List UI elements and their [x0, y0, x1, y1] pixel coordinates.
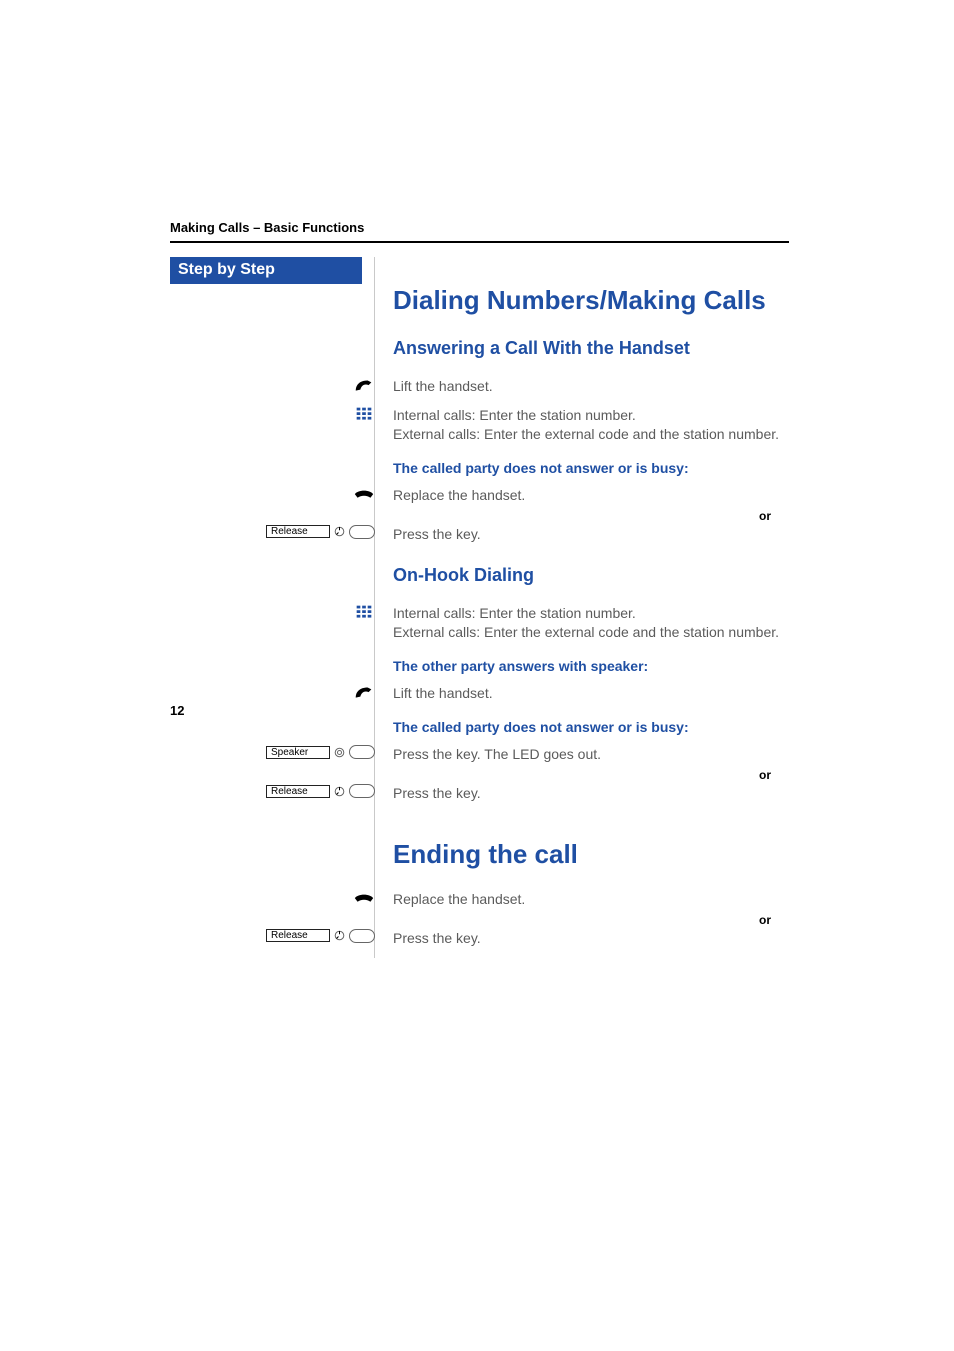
step-row: Release Press the key.: [393, 784, 789, 803]
step-row: Internal calls: Enter the station number…: [393, 604, 789, 642]
handset-replace-icon: [353, 890, 375, 908]
button-oval-icon: [349, 784, 375, 798]
header-rule: [170, 241, 789, 243]
step-by-step-sidebar: Step by Step: [170, 257, 375, 958]
step-row: Internal calls: Enter the station number…: [393, 406, 789, 444]
section-ending-title: Ending the call: [393, 839, 789, 870]
step-text: Replace the handset.: [393, 890, 525, 909]
release-key-icon: Release: [266, 525, 375, 539]
keypad-icon: [353, 406, 375, 424]
key-label: Release: [266, 785, 330, 798]
or-label: or: [759, 509, 771, 523]
step-text: Replace the handset.: [393, 486, 525, 505]
key-label: Speaker: [266, 746, 330, 759]
button-oval-icon: [349, 525, 375, 539]
condition-no-answer: The called party does not answer or is b…: [393, 460, 789, 476]
keypad-icon: [353, 604, 375, 622]
step-text: Lift the handset.: [393, 684, 493, 703]
led-icon: [334, 786, 345, 797]
page-number: 12: [170, 703, 184, 718]
led-icon: [334, 930, 345, 941]
key-label: Release: [266, 929, 330, 942]
step-row: Lift the handset.: [393, 684, 789, 703]
handset-lift-icon: [353, 684, 375, 702]
step-text: Press the key. The LED goes out.: [393, 745, 601, 764]
led-icon: [334, 747, 345, 758]
step-row: Lift the handset.: [393, 377, 789, 396]
condition-no-answer: The called party does not answer or is b…: [393, 719, 789, 735]
step-text: Internal calls: Enter the station number…: [393, 406, 779, 444]
step-text: Press the key.: [393, 525, 481, 544]
led-icon: [334, 526, 345, 537]
or-label: or: [759, 913, 771, 927]
or-label: or: [759, 768, 771, 782]
section-dialing-title: Dialing Numbers/Making Calls: [393, 285, 789, 316]
sidebar-title: Step by Step: [170, 257, 362, 284]
handset-lift-icon: [353, 377, 375, 395]
step-row: Release Press the key.: [393, 929, 789, 948]
speaker-key-icon: Speaker: [266, 745, 375, 759]
step-text: Press the key.: [393, 929, 481, 948]
button-oval-icon: [349, 745, 375, 759]
condition-speaker-answer: The other party answers with speaker:: [393, 658, 789, 674]
release-key-icon: Release: [266, 929, 375, 943]
handset-replace-icon: [353, 486, 375, 504]
step-text: Lift the handset.: [393, 377, 493, 396]
step-row: Release Press the key.: [393, 525, 789, 544]
button-oval-icon: [349, 929, 375, 943]
step-row: Replace the handset.: [393, 890, 789, 909]
main-content: Dialing Numbers/Making Calls Answering a…: [375, 257, 789, 958]
running-header: Making Calls – Basic Functions: [170, 220, 789, 235]
step-text: Press the key.: [393, 784, 481, 803]
step-text: Internal calls: Enter the station number…: [393, 604, 779, 642]
subsection-onhook-title: On-Hook Dialing: [393, 565, 789, 586]
key-label: Release: [266, 525, 330, 538]
step-row: Replace the handset.: [393, 486, 789, 505]
subsection-answering-title: Answering a Call With the Handset: [393, 338, 789, 359]
step-row: Speaker Press the key. The LED goes out.: [393, 745, 789, 764]
release-key-icon: Release: [266, 784, 375, 798]
